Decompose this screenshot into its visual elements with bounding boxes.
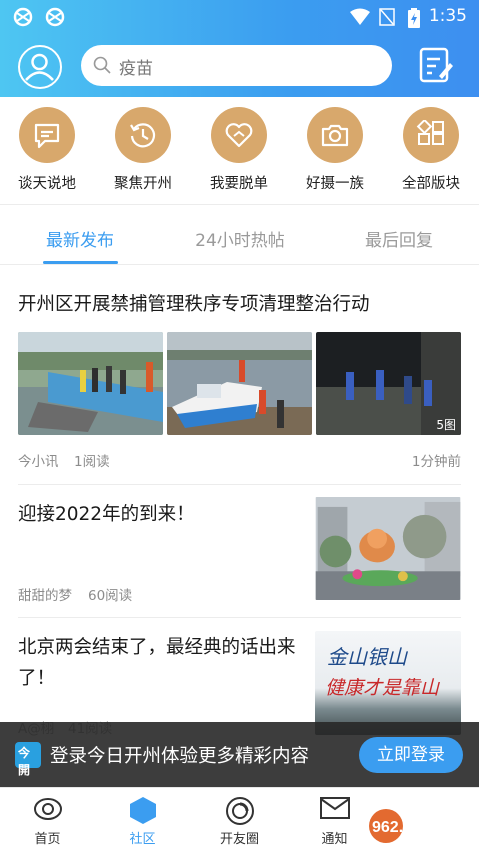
notification-app-icon [45,7,65,27]
app-logo-icon: 今開 [15,742,41,777]
divider [18,617,461,618]
profile-button[interactable] [18,45,62,89]
heart-icon [225,123,253,148]
post-image [315,497,461,600]
category-focus[interactable]: 聚焦开州 [103,107,183,193]
category-label: 聚焦开州 [114,176,172,192]
user-icon [25,53,54,81]
category-all[interactable]: 全部版块 [391,107,471,193]
post-title: 迎接2022年的到来！ [18,504,195,525]
category-dating[interactable]: 我要脱单 [199,107,279,193]
login-prompt-text: 登录今日开州体验更多精彩内容 [50,746,310,767]
search-icon [93,56,111,74]
tab-latest[interactable]: 最新发布 [20,226,140,251]
category-label: 谈天说地 [18,176,76,192]
battery-icon [408,8,420,28]
tab-24h-hot[interactable]: 24小时热帖 [180,226,300,251]
nav-label: 社区 [129,832,156,847]
search-input[interactable]: 疫苗 [81,45,392,86]
clock: 1:35 [428,6,467,26]
category-chat[interactable]: 谈天说地 [7,107,87,193]
grid-icon [416,120,444,145]
nav-community[interactable]: 社区 [95,788,190,851]
post-image [18,332,163,435]
post-author: 甜甜的梦 [18,588,72,604]
wifi-icon [350,8,370,25]
category-label: 全部版块 [402,176,460,192]
post-image-gallery: 5图 [316,332,461,435]
post-time: 1分钟前 [411,454,461,470]
compose-button[interactable] [418,47,454,85]
post-image [167,332,312,435]
post-reads: 1阅读 [74,454,110,470]
notification-app-icon [13,7,33,27]
category-label: 好摄一族 [306,176,364,192]
category-label: 我要脱单 [210,176,268,192]
post-author: 今小讯 [18,454,59,470]
divider [0,204,479,205]
nav-label: 首页 [34,832,61,847]
search-placeholder: 疫苗 [119,59,153,79]
category-photography[interactable]: 好摄一族 [295,107,375,193]
eye-icon [34,798,62,820]
nav-friends-circle[interactable]: 开友圈 [192,788,287,851]
signal-icon [379,8,395,26]
circle-icon [226,797,254,825]
nav-label: 开友圈 [219,832,259,847]
app-header: 1:35 疫苗 [0,0,479,97]
hexagon-icon [130,797,156,824]
mail-icon [320,797,350,819]
image-caption-line1: 金山银山 [327,645,407,669]
post-title: 开州区开展禁捕管理秩序专项清理整治行动 [18,294,370,315]
watermark-text: 乐游网 [422,832,462,847]
history-icon [130,123,156,148]
image-caption-line2: 健康才是靠山 [325,677,440,699]
tab-last-reply[interactable]: 最后回复 [339,226,459,251]
divider [0,264,479,265]
nav-home[interactable]: 首页 [0,788,95,851]
divider [18,484,461,485]
post-reads: 60阅读 [88,588,133,604]
status-bar: 1:35 [0,0,479,34]
chat-icon [34,123,60,149]
camera-icon [321,124,349,147]
post-image: 金山银山 健康才是靠山 [315,631,461,735]
login-button[interactable]: 立即登录 [359,737,463,773]
image-count-badge: 5图 [436,418,456,432]
post-title: 北京两会结束了，最经典的话出来了！ [18,637,296,689]
